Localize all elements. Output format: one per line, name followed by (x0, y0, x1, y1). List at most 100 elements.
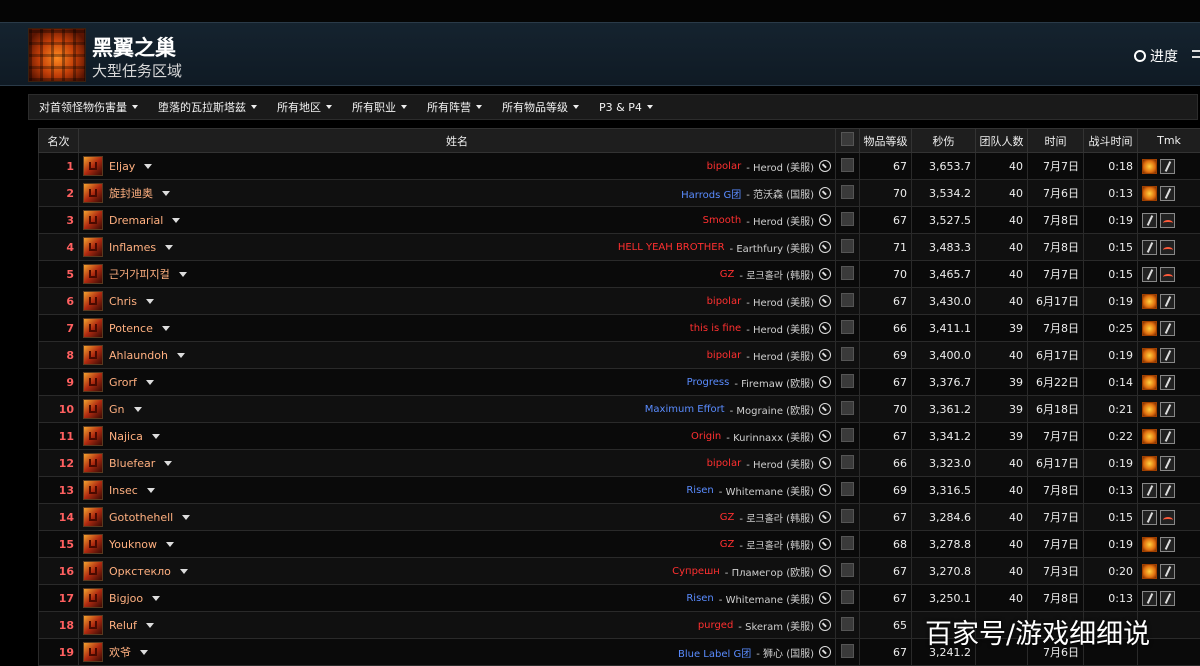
player-name-link[interactable]: 근거가피지컬 (109, 266, 170, 282)
guild-link[interactable]: Blue Label G团 (678, 645, 751, 660)
gold-medal-icon[interactable] (1142, 564, 1157, 579)
sword-icon[interactable] (1160, 564, 1175, 579)
player-name-link[interactable]: Bigjoo (109, 592, 143, 605)
filter-faction[interactable]: 所有阵营 (417, 99, 492, 115)
armory-icon[interactable] (819, 241, 831, 253)
guild-link[interactable]: Harrods G团 (681, 186, 741, 201)
player-name-link[interactable]: Dremarial (109, 214, 163, 227)
sword-icon[interactable] (1160, 294, 1175, 309)
chevron-down-icon[interactable] (182, 515, 190, 520)
video-icon[interactable] (841, 185, 854, 199)
video-icon[interactable] (841, 536, 854, 550)
sword-icon[interactable] (1160, 159, 1175, 174)
guild-link[interactable]: HELL YEAH BROTHER (618, 242, 725, 253)
gold-medal-icon[interactable] (1142, 321, 1157, 336)
chevron-down-icon[interactable] (146, 623, 154, 628)
chevron-down-icon[interactable] (134, 407, 142, 412)
video-icon[interactable] (841, 347, 854, 361)
guild-link[interactable]: Risen (686, 485, 713, 496)
video-icon[interactable] (841, 293, 854, 307)
armory-icon[interactable] (819, 565, 831, 577)
player-name-link[interactable]: Insec (109, 484, 138, 497)
guild-link[interactable]: Smooth (703, 215, 742, 226)
video-icon[interactable] (841, 482, 854, 496)
armory-icon[interactable] (819, 538, 831, 550)
armory-icon[interactable] (819, 592, 831, 604)
armory-icon[interactable] (819, 349, 831, 361)
video-icon[interactable] (841, 644, 854, 658)
filter-class[interactable]: 所有职业 (342, 99, 417, 115)
player-name-link[interactable]: Grorf (109, 376, 137, 389)
sword-icon[interactable] (1160, 186, 1175, 201)
player-name-link[interactable]: Potence (109, 322, 153, 335)
video-icon[interactable] (841, 509, 854, 523)
player-name-link[interactable]: Bluefear (109, 457, 155, 470)
guild-link[interactable]: bipolar (707, 296, 742, 307)
armory-icon[interactable] (819, 160, 831, 172)
sword-icon[interactable] (1160, 375, 1175, 390)
sword-icon[interactable] (1142, 267, 1157, 282)
flame-icon[interactable] (1160, 510, 1175, 525)
player-name-link[interactable]: Najica (109, 430, 143, 443)
player-name-link[interactable]: Gn (109, 403, 125, 416)
sword-icon[interactable] (1160, 429, 1175, 444)
filter-partition[interactable]: P3 & P4 (589, 101, 663, 114)
video-icon[interactable] (841, 617, 854, 631)
video-icon[interactable] (841, 212, 854, 226)
video-icon[interactable] (841, 239, 854, 253)
chevron-down-icon[interactable] (177, 353, 185, 358)
chevron-down-icon[interactable] (165, 245, 173, 250)
guild-link[interactable]: this is fine (690, 323, 741, 334)
video-icon[interactable] (841, 590, 854, 604)
gold-medal-icon[interactable] (1142, 402, 1157, 417)
guild-link[interactable]: GZ (720, 269, 735, 280)
sword-icon[interactable] (1160, 402, 1175, 417)
armory-icon[interactable] (819, 214, 831, 226)
flame-icon[interactable] (1160, 240, 1175, 255)
sword-icon[interactable] (1160, 591, 1175, 606)
sword-icon[interactable] (1142, 510, 1157, 525)
gold-medal-icon[interactable] (1142, 186, 1157, 201)
gold-medal-icon[interactable] (1142, 375, 1157, 390)
armory-icon[interactable] (819, 376, 831, 388)
sword-icon[interactable] (1160, 321, 1175, 336)
col-duration[interactable]: 战斗时间 (1084, 129, 1138, 153)
video-icon[interactable] (841, 563, 854, 577)
player-name-link[interactable]: Eljay (109, 160, 135, 173)
sword-icon[interactable] (1142, 213, 1157, 228)
armory-icon[interactable] (819, 511, 831, 523)
chevron-down-icon[interactable] (152, 434, 160, 439)
col-dps[interactable]: 秒伤 (912, 129, 976, 153)
flame-icon[interactable] (1160, 213, 1175, 228)
chevron-down-icon[interactable] (140, 650, 148, 655)
armory-icon[interactable] (819, 187, 831, 199)
player-name-link[interactable]: Inflames (109, 241, 156, 254)
gold-medal-icon[interactable] (1142, 537, 1157, 552)
player-name-link[interactable]: Ahlaundoh (109, 349, 168, 362)
chevron-down-icon[interactable] (162, 326, 170, 331)
armory-icon[interactable] (819, 403, 831, 415)
armory-icon[interactable] (819, 322, 831, 334)
sword-icon[interactable] (1142, 591, 1157, 606)
chevron-down-icon[interactable] (144, 164, 152, 169)
armory-icon[interactable] (819, 484, 831, 496)
progress-link[interactable]: 进度 (1134, 46, 1178, 66)
guild-link[interactable]: bipolar (707, 161, 742, 172)
sword-icon[interactable] (1160, 456, 1175, 471)
player-name-link[interactable]: Reluf (109, 619, 137, 632)
armory-icon[interactable] (819, 619, 831, 631)
guild-link[interactable]: Супрешн (672, 566, 720, 577)
filter-metric[interactable]: 对首领怪物伤害量 (29, 99, 148, 115)
chevron-down-icon[interactable] (146, 380, 154, 385)
chevron-down-icon[interactable] (147, 488, 155, 493)
player-name-link[interactable]: Оркстекло (109, 565, 171, 578)
gold-medal-icon[interactable] (1142, 159, 1157, 174)
player-name-link[interactable]: 欢爷 (109, 644, 131, 660)
gold-medal-icon[interactable] (1142, 429, 1157, 444)
flame-icon[interactable] (1160, 267, 1175, 282)
gold-medal-icon[interactable] (1142, 294, 1157, 309)
filter-item-level[interactable]: 所有物品等级 (492, 99, 589, 115)
sword-icon[interactable] (1142, 483, 1157, 498)
armory-icon[interactable] (819, 268, 831, 280)
guild-link[interactable]: GZ (720, 539, 735, 550)
